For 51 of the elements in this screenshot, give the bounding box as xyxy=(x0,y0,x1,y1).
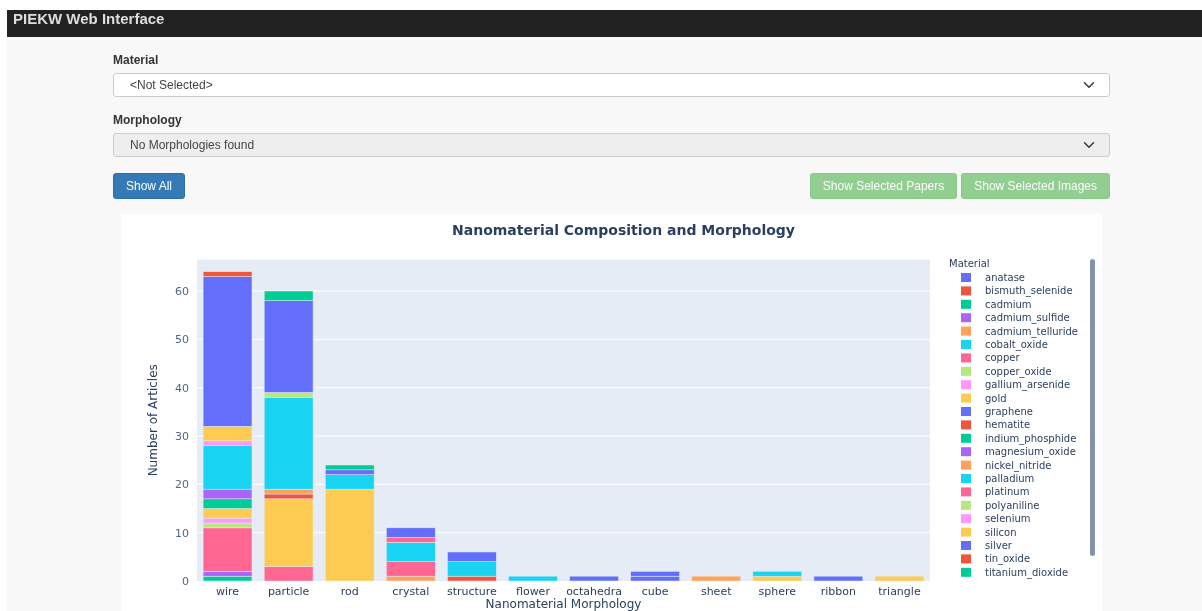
legend-item[interactable]: titanium_dioxide xyxy=(985,566,1069,578)
axis-tick-label: 30 xyxy=(175,430,189,443)
axis-tick-label: rod xyxy=(340,585,359,598)
legend-item[interactable]: palladium xyxy=(985,473,1035,484)
legend-item[interactable]: silver xyxy=(985,540,1012,551)
show-all-button[interactable]: Show All xyxy=(113,173,186,199)
axis-tick-label: crystal xyxy=(392,585,430,598)
legend-item[interactable]: silicon xyxy=(985,526,1017,538)
axis-title: Nanomaterial Morphology xyxy=(485,597,642,611)
field-label: Material xyxy=(113,52,160,69)
legend-item[interactable]: hematite xyxy=(985,419,1031,431)
axis-tick-label: 20 xyxy=(175,478,189,492)
axis-tick-label: sphere xyxy=(758,585,797,598)
axis-tick-label: triangle xyxy=(878,585,921,598)
legend-item[interactable]: magnesium_oxide xyxy=(985,446,1076,458)
field-label: Morphology xyxy=(113,112,183,129)
legend-item[interactable]: cadmium_telluride xyxy=(985,325,1078,337)
axis-title: Number of Articles xyxy=(146,364,160,477)
axis-tick-label: ribbon xyxy=(820,585,856,598)
axis-tick-label: particle xyxy=(267,585,310,598)
legend-item[interactable]: indium_phosphide xyxy=(985,432,1077,444)
axis-tick-label: wire xyxy=(216,585,240,598)
app-title: PIEKW Web Interface xyxy=(13,10,165,27)
legend-item[interactable]: cobalt_oxide xyxy=(985,339,1048,350)
axis-tick-label: 10 xyxy=(175,526,189,540)
axis-tick-label: sheet xyxy=(700,585,732,598)
material-dropdown[interactable]: <Not Selected> xyxy=(113,73,1110,97)
legend-item[interactable]: gold xyxy=(985,392,1007,404)
legend-title: Material xyxy=(949,258,990,269)
chart-title: Nanomaterial Composition and Morphology xyxy=(452,222,795,238)
legend-item[interactable]: copper_oxide xyxy=(985,365,1052,377)
axis-tick-label: 50 xyxy=(175,333,189,347)
axis-tick-label: octahedra xyxy=(566,585,622,598)
legend-item[interactable]: anatase xyxy=(985,272,1025,283)
axis-tick-label: 60 xyxy=(175,285,189,298)
axis-tick-label: 0 xyxy=(182,575,189,588)
axis-tick-label: structure xyxy=(446,585,497,598)
legend-item[interactable]: cadmium xyxy=(985,298,1032,310)
legend-item[interactable]: bismuth_selenide xyxy=(985,285,1073,297)
legend-item[interactable]: cadmium_sulfide xyxy=(985,312,1070,324)
axis-tick-label: flower xyxy=(516,585,550,598)
legend-item[interactable]: selenium xyxy=(985,513,1031,525)
legend-item[interactable]: tin_oxide xyxy=(985,553,1031,565)
legend-item[interactable]: copper xyxy=(985,352,1020,364)
legend-item[interactable]: platinum xyxy=(985,486,1030,498)
legend-item[interactable]: nickel_nitride xyxy=(985,459,1052,471)
axis-tick-label: 40 xyxy=(175,381,189,395)
legend-item[interactable]: polyaniline xyxy=(985,499,1040,511)
legend-item[interactable]: graphene xyxy=(985,406,1033,417)
axis-tick-label: cube xyxy=(641,585,669,598)
legend-item[interactable]: gallium_arsenide xyxy=(985,379,1071,391)
